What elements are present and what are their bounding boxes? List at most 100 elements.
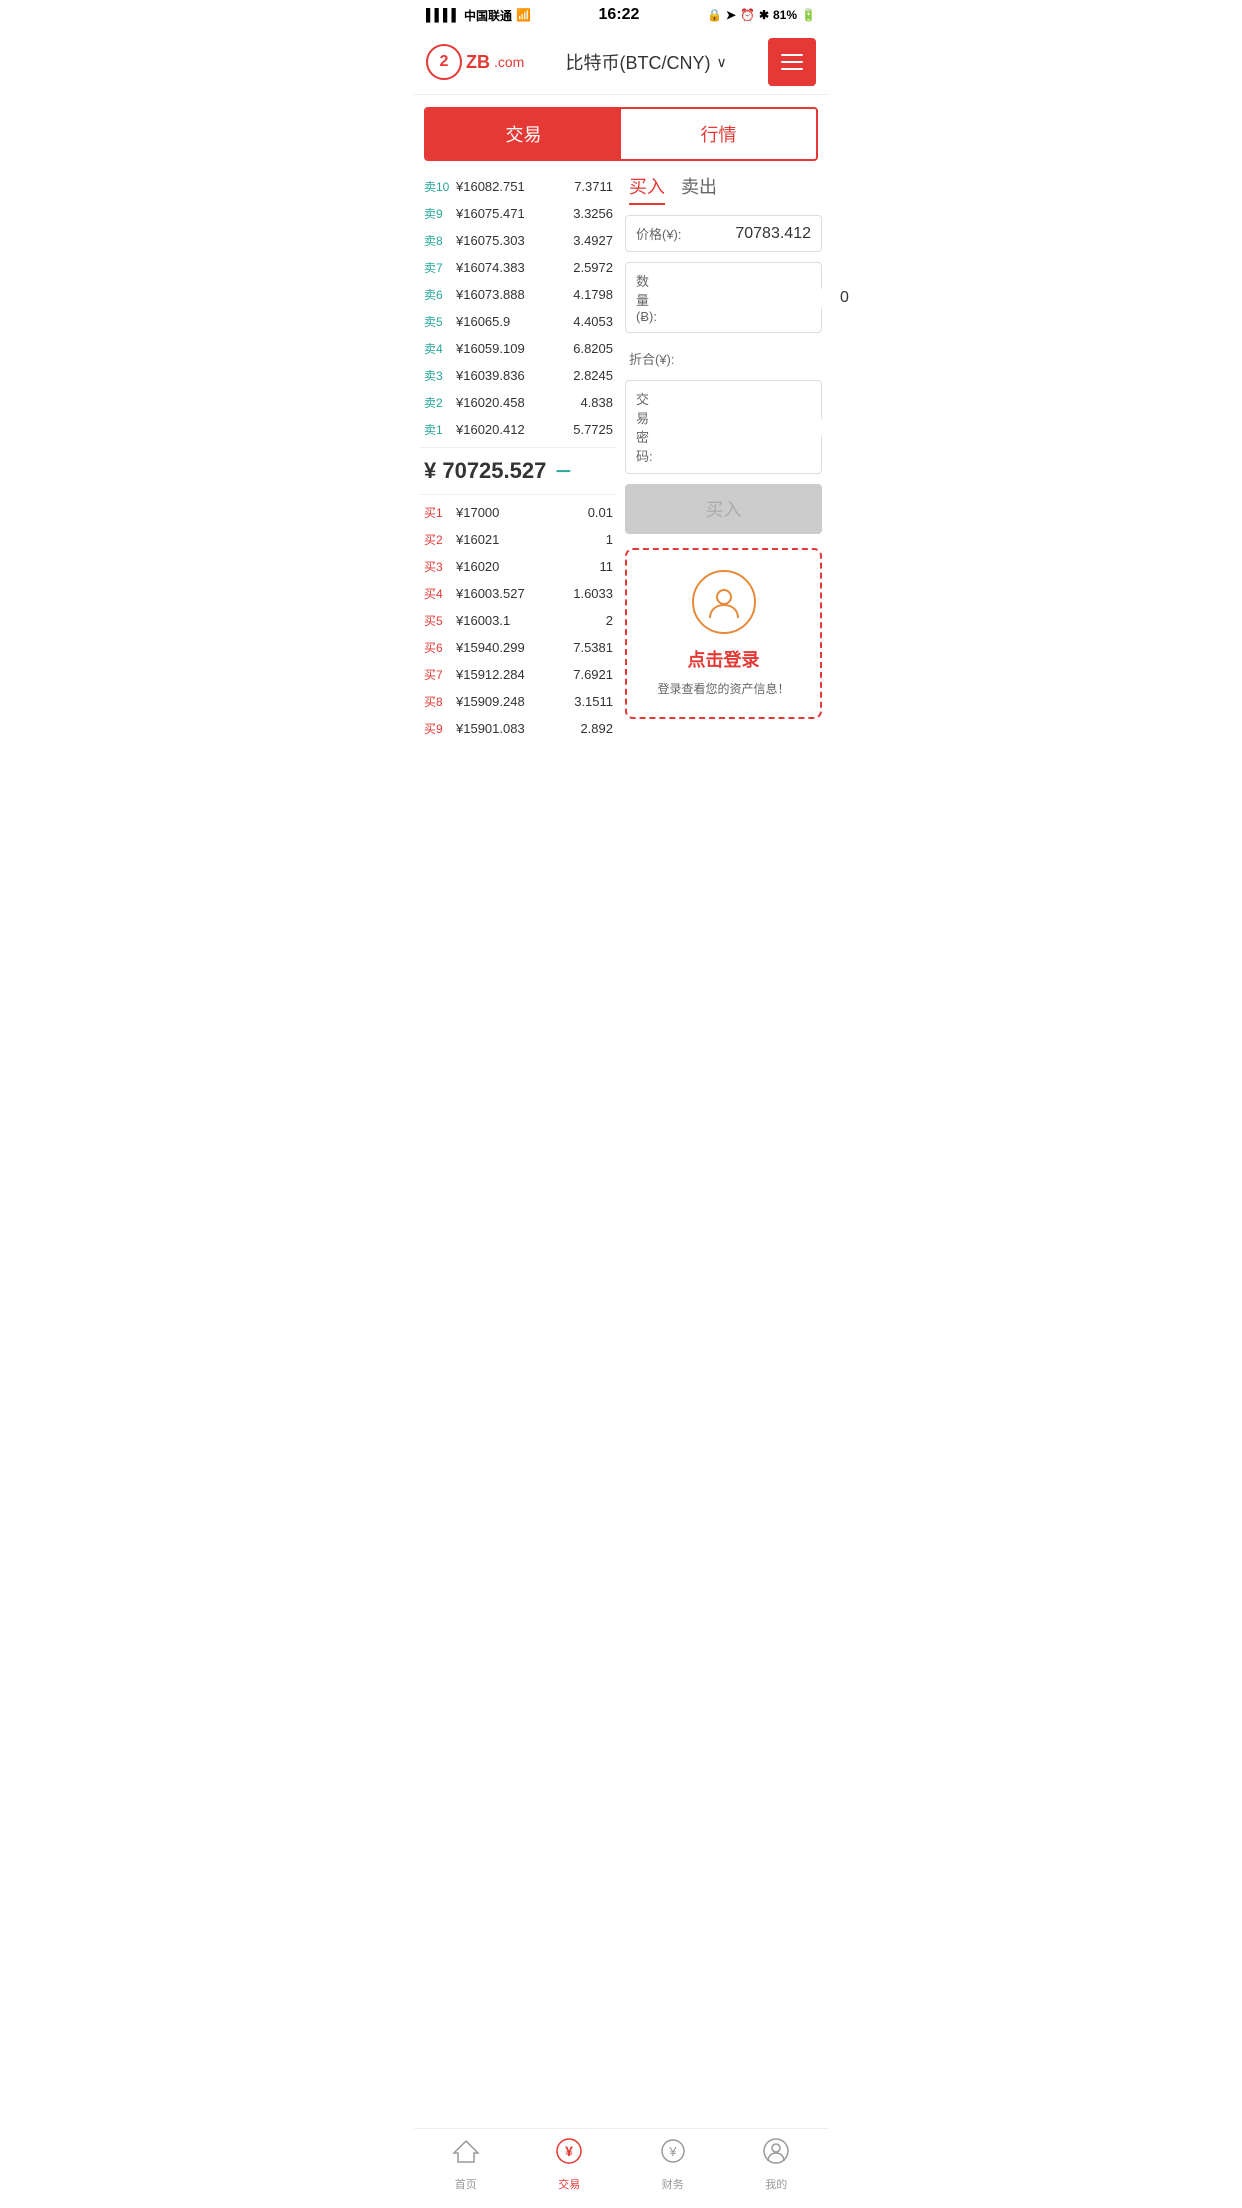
- menu-line-2: [781, 61, 803, 63]
- signal-icon: ▌▌▌▌: [426, 8, 460, 22]
- tab-market[interactable]: 行情: [621, 109, 816, 159]
- sell-order-row[interactable]: 卖6 ¥16073.888 4.1798: [420, 281, 617, 308]
- buy-order-row[interactable]: 买4 ¥16003.527 1.6033: [420, 580, 617, 607]
- password-label: 交易密码:: [636, 389, 653, 465]
- tab-buy[interactable]: 买入: [629, 173, 665, 205]
- buy-price: ¥16021: [452, 532, 606, 547]
- sell-order-row[interactable]: 卖5 ¥16065.9 4.4053: [420, 308, 617, 335]
- password-input[interactable]: [653, 419, 834, 435]
- bottom-nav: 首页 ¥ 交易 ¥ 财务 我的: [414, 2128, 828, 2208]
- sell-order-row[interactable]: 卖1 ¥16020.412 5.7725: [420, 416, 617, 443]
- mid-price-value: ¥ 70725.527: [424, 458, 546, 484]
- buy-qty: 1.6033: [573, 586, 613, 601]
- buy-order-row[interactable]: 买1 ¥17000 0.01: [420, 499, 617, 526]
- sell-price: ¥16020.458: [452, 395, 580, 410]
- buy-price: ¥16020: [452, 559, 600, 574]
- logo[interactable]: 2 ZB.com: [426, 44, 524, 80]
- sell-qty: 2.5972: [573, 260, 613, 275]
- total-label: 折合(¥):: [629, 349, 675, 368]
- battery-icon: 🔋: [801, 8, 816, 22]
- buy-qty: 7.6921: [573, 667, 613, 682]
- header-title[interactable]: 比特币(BTC/CNY) ∨: [566, 49, 727, 75]
- buy-order-row[interactable]: 买8 ¥15909.248 3.1511: [420, 688, 617, 715]
- bluetooth-icon: ✱: [759, 8, 769, 22]
- sell-price: ¥16059.109: [452, 341, 573, 356]
- tab-sell[interactable]: 卖出: [681, 173, 717, 205]
- sell-price: ¥16039.836: [452, 368, 573, 383]
- buy-label: 买4: [424, 585, 452, 602]
- finance-icon: ¥: [659, 2137, 687, 2172]
- login-link[interactable]: 点击登录: [637, 646, 810, 672]
- login-avatar: [692, 570, 756, 634]
- header: 2 ZB.com 比特币(BTC/CNY) ∨: [414, 30, 828, 95]
- sell-label: 卖5: [424, 313, 452, 330]
- logo-text: ZB: [466, 52, 490, 73]
- menu-button[interactable]: [768, 38, 816, 86]
- price-value: 70783.412: [735, 225, 811, 243]
- buy-label: 买7: [424, 666, 452, 683]
- buy-label: 买5: [424, 612, 452, 629]
- total-row: 折合(¥):: [625, 343, 822, 374]
- location-icon: ➤: [726, 8, 736, 22]
- sell-qty: 4.4053: [573, 314, 613, 329]
- status-left: ▌▌▌▌ 中国联通 📶: [426, 7, 531, 24]
- buy-order-row[interactable]: 买6 ¥15940.299 7.5381: [420, 634, 617, 661]
- nav-finance[interactable]: ¥ 财务: [621, 2137, 725, 2192]
- main-content: 卖10 ¥16082.751 7.3711 卖9 ¥16075.471 3.32…: [414, 173, 828, 742]
- sell-price: ¥16082.751: [452, 179, 574, 194]
- buy-order-row[interactable]: 买3 ¥16020 11: [420, 553, 617, 580]
- sell-order-row[interactable]: 卖7 ¥16074.383 2.5972: [420, 254, 617, 281]
- sell-order-row[interactable]: 卖3 ¥16039.836 2.8245: [420, 362, 617, 389]
- time: 16:22: [599, 6, 640, 24]
- nav-trade-label: 交易: [558, 2176, 580, 2192]
- nav-profile-label: 我的: [765, 2176, 787, 2192]
- buy-qty: 3.1511: [574, 694, 613, 709]
- nav-profile[interactable]: 我的: [725, 2137, 829, 2192]
- sell-label: 卖3: [424, 367, 452, 384]
- login-panel: 点击登录 登录查看您的资产信息！: [625, 548, 822, 719]
- mid-price: ¥ 70725.527 －: [420, 447, 617, 495]
- sell-order-row[interactable]: 卖9 ¥16075.471 3.3256: [420, 200, 617, 227]
- sell-price: ¥16065.9: [452, 314, 573, 329]
- sell-order-row[interactable]: 卖4 ¥16059.109 6.8205: [420, 335, 617, 362]
- buy-price: ¥15912.284: [452, 667, 573, 682]
- password-row[interactable]: 交易密码:: [625, 380, 822, 474]
- status-bar: ▌▌▌▌ 中国联通 📶 16:22 🔒 ➤ ⏰ ✱ 81% 🔋: [414, 0, 828, 30]
- nav-home-label: 首页: [455, 2176, 477, 2192]
- buy-price: ¥15901.083: [452, 721, 580, 736]
- qty-row[interactable]: 数量(Ƀ):: [625, 262, 822, 333]
- sell-label: 卖8: [424, 232, 452, 249]
- sell-order-row[interactable]: 卖8 ¥16075.303 3.4927: [420, 227, 617, 254]
- buy-order-row[interactable]: 买9 ¥15901.083 2.892: [420, 715, 617, 742]
- buy-label: 买8: [424, 693, 452, 710]
- main-tabs: 交易 行情: [424, 107, 818, 161]
- tab-trade[interactable]: 交易: [426, 109, 621, 159]
- status-right: 🔒 ➤ ⏰ ✱ 81% 🔋: [707, 8, 816, 22]
- buy-order-row[interactable]: 买7 ¥15912.284 7.6921: [420, 661, 617, 688]
- buy-button[interactable]: 买入: [625, 484, 822, 534]
- sell-label: 卖9: [424, 205, 452, 222]
- buy-order-row[interactable]: 买2 ¥16021 1: [420, 526, 617, 553]
- sell-order-row[interactable]: 卖10 ¥16082.751 7.3711: [420, 173, 617, 200]
- buy-qty: 0.01: [588, 505, 613, 520]
- buy-orders: 买1 ¥17000 0.01 买2 ¥16021 1 买3 ¥16020 11 …: [420, 499, 617, 742]
- qty-input[interactable]: [657, 289, 864, 307]
- lock-icon: 🔒: [707, 8, 722, 22]
- dropdown-arrow-icon: ∨: [717, 54, 727, 71]
- battery-percent: 81%: [773, 8, 797, 22]
- buy-label: 买1: [424, 504, 452, 521]
- sell-qty: 4.1798: [573, 287, 613, 302]
- buy-qty: 11: [600, 559, 614, 574]
- menu-line-3: [781, 68, 803, 70]
- nav-trade[interactable]: ¥ 交易: [518, 2137, 622, 2192]
- trade-icon: ¥: [555, 2137, 583, 2172]
- qty-label: 数量(Ƀ):: [636, 271, 657, 324]
- sell-label: 卖7: [424, 259, 452, 276]
- wifi-icon: 📶: [516, 8, 531, 22]
- sell-label: 卖6: [424, 286, 452, 303]
- sell-order-row[interactable]: 卖2 ¥16020.458 4.838: [420, 389, 617, 416]
- menu-line-1: [781, 54, 803, 56]
- buy-order-row[interactable]: 买5 ¥16003.1 2: [420, 607, 617, 634]
- alarm-icon: ⏰: [740, 8, 755, 22]
- nav-home[interactable]: 首页: [414, 2137, 518, 2192]
